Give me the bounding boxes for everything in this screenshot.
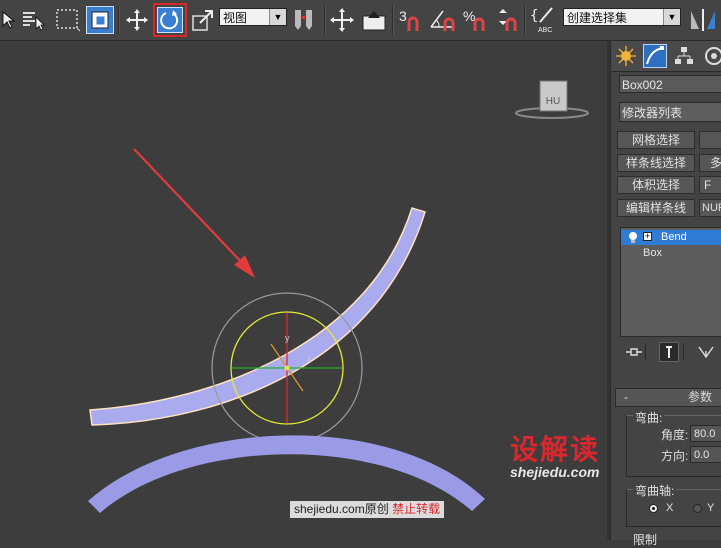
bent-box-selected[interactable] bbox=[89, 207, 426, 426]
command-panel: Box002 修改器列表 网格选择 样条线选择 多 体积选择 F 编辑样条线 N… bbox=[610, 41, 721, 547]
move-icon[interactable] bbox=[123, 6, 151, 34]
create-tab-icon[interactable] bbox=[615, 45, 637, 67]
snap-toggle-label: 3 bbox=[399, 8, 407, 24]
angle-label: 角度: bbox=[661, 428, 689, 442]
percent-snap-label: % bbox=[463, 8, 475, 24]
keyboard-shortcut-icon[interactable] bbox=[360, 6, 388, 34]
named-selection-set-value: 创建选择集 bbox=[567, 11, 628, 25]
main-toolbar: 视图 ▼ 3 % {ABC 创建选择集 ▼ bbox=[0, 0, 721, 41]
percent-snap-icon[interactable]: % bbox=[462, 6, 490, 34]
snap-toggle-icon[interactable]: 3 bbox=[397, 6, 425, 34]
watermark-logo-text: 设解读 bbox=[510, 433, 601, 466]
show-end-result-icon[interactable] bbox=[659, 342, 679, 362]
rollout-title: 参数 bbox=[688, 390, 713, 404]
rollout-toggle: - bbox=[624, 390, 628, 404]
pin-stack-icon[interactable] bbox=[625, 345, 643, 362]
gizmo-x-label: x bbox=[307, 354, 312, 364]
spline-select-label: 样条线选择 bbox=[625, 156, 686, 170]
edit-spline-button[interactable]: 编辑样条线 bbox=[617, 199, 695, 217]
bend-axis-label: 弯曲轴: bbox=[633, 482, 677, 499]
select-object-icon[interactable] bbox=[0, 6, 16, 34]
rectangular-selection-icon[interactable] bbox=[54, 6, 82, 34]
direction-value: 0.0 bbox=[694, 449, 710, 461]
expand-icon[interactable]: + bbox=[643, 232, 652, 241]
scale-icon[interactable] bbox=[190, 6, 216, 34]
direction-label: 方向: bbox=[661, 449, 689, 463]
reference-coordinate-select[interactable]: 视图 ▼ bbox=[219, 8, 287, 26]
chevron-down-icon: ▼ bbox=[663, 9, 680, 25]
spinner-snap-icon[interactable] bbox=[494, 6, 520, 34]
command-panel-tabs bbox=[611, 41, 721, 72]
make-unique-icon[interactable] bbox=[697, 345, 715, 362]
perspective-viewport[interactable]: HU y x 设解读 shejiedu.com shejiedu.com原创 禁… bbox=[0, 41, 607, 540]
multi-button[interactable]: 多 bbox=[699, 154, 721, 172]
select-manipulate-icon[interactable] bbox=[328, 6, 356, 34]
f-button[interactable]: F bbox=[699, 176, 721, 194]
nurbs-button[interactable]: NUR bbox=[699, 199, 721, 217]
watermark-caption: shejiedu.com原创 禁止转载 bbox=[290, 501, 445, 518]
modifier-list-label: 修改器列表 bbox=[622, 106, 683, 120]
pivot-center-icon[interactable] bbox=[290, 6, 320, 34]
object-name-field[interactable]: Box002 bbox=[619, 75, 721, 93]
volume-select-button[interactable]: 体积选择 bbox=[617, 176, 695, 194]
modifier-list-dropdown[interactable]: 修改器列表 bbox=[619, 102, 721, 122]
gizmo-y-label: y bbox=[285, 333, 290, 343]
bend-group-label: 弯曲: bbox=[633, 409, 665, 426]
watermark-site-text: shejiedu.com原创 bbox=[294, 502, 389, 516]
multi-button-label: 多 bbox=[710, 156, 721, 170]
mirror-icon[interactable] bbox=[688, 6, 718, 34]
select-by-name-icon[interactable] bbox=[20, 6, 48, 34]
f-button-label: F bbox=[704, 178, 712, 192]
axis-y-radio[interactable] bbox=[693, 504, 702, 513]
stack-item-box[interactable]: Box bbox=[621, 246, 721, 261]
watermark-logo: 设解读 shejiedu.com bbox=[510, 433, 601, 480]
parameters-rollout-header[interactable]: - 参数 bbox=[615, 388, 721, 407]
svg-text:ABC: ABC bbox=[538, 27, 552, 34]
angle-snap-icon[interactable] bbox=[429, 6, 459, 34]
nurbs-button-label: NUR bbox=[702, 202, 721, 214]
axis-x-radio[interactable] bbox=[649, 504, 658, 513]
modifier-stack: + Bend Box bbox=[620, 227, 721, 337]
viewcube-label: HU bbox=[546, 96, 560, 107]
direction-input[interactable]: 0.0 bbox=[690, 446, 721, 463]
stack-item-box-label: Box bbox=[643, 247, 662, 259]
hierarchy-tab-icon[interactable] bbox=[673, 45, 695, 67]
named-selection-set-select[interactable]: 创建选择集 ▼ bbox=[563, 8, 681, 26]
edit-named-selection-icon[interactable]: {ABC bbox=[530, 6, 558, 34]
spline-select-button[interactable]: 样条线选择 bbox=[617, 154, 695, 172]
angle-value: 80.0 bbox=[694, 428, 716, 440]
window-crossing-icon[interactable] bbox=[86, 6, 114, 34]
stack-item-bend-label: Bend bbox=[661, 231, 687, 243]
object-name-value: Box002 bbox=[622, 78, 663, 92]
reference-coordinate-value: 视图 bbox=[223, 11, 248, 25]
axis-x-label: X bbox=[666, 502, 674, 514]
svg-text:{: { bbox=[530, 8, 538, 24]
axis-y-label: Y bbox=[707, 502, 715, 514]
viewcube[interactable]: HU bbox=[515, 80, 589, 119]
modifier-button-blank[interactable] bbox=[699, 131, 721, 149]
rotate-icon bbox=[157, 7, 183, 33]
angle-input[interactable]: 80.0 bbox=[690, 425, 721, 442]
motion-tab-icon[interactable] bbox=[703, 45, 721, 67]
mesh-select-label: 网格选择 bbox=[631, 133, 680, 147]
panel-divider[interactable] bbox=[607, 41, 610, 540]
stack-item-bend[interactable]: + Bend bbox=[621, 230, 721, 245]
watermark-warning-text: 禁止转载 bbox=[392, 502, 441, 516]
volume-select-label: 体积选择 bbox=[631, 178, 680, 192]
edit-spline-label: 编辑样条线 bbox=[625, 201, 686, 215]
modify-tab-icon[interactable] bbox=[643, 44, 667, 68]
mesh-select-button[interactable]: 网格选择 bbox=[617, 131, 695, 149]
rotate-button-highlighted[interactable] bbox=[153, 3, 187, 37]
rotate-gizmo[interactable]: y x bbox=[211, 292, 363, 444]
chevron-down-icon: ▼ bbox=[269, 9, 286, 25]
annotation-arrow bbox=[133, 148, 255, 278]
watermark-logo-url: shejiedu.com bbox=[510, 464, 600, 480]
